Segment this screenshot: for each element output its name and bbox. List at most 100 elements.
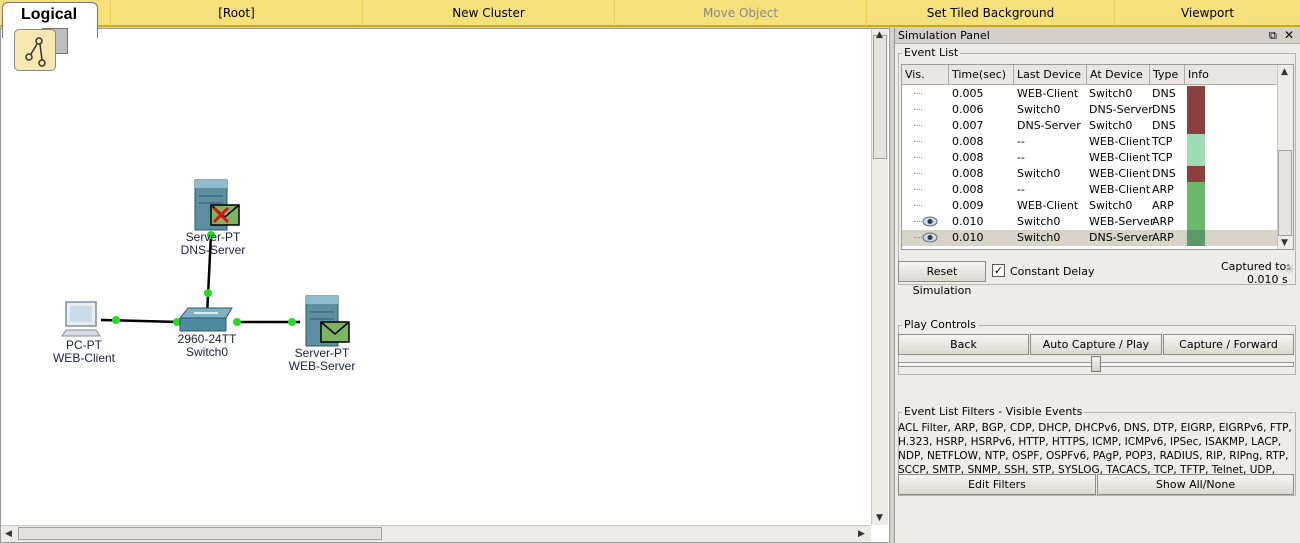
- scroll-up-arrow-icon[interactable]: ▲: [876, 30, 883, 40]
- event-last-device: Switch0: [1017, 167, 1061, 180]
- event-type: ARP: [1152, 199, 1174, 212]
- logical-view-icon[interactable]: [14, 29, 56, 71]
- switch0-label[interactable]: 2960-24TT Switch0: [157, 333, 257, 359]
- tree-connector: [914, 237, 922, 238]
- scroll-down-arrow-icon[interactable]: ▼: [1281, 238, 1288, 248]
- eye-icon[interactable]: [922, 232, 938, 243]
- event-at-device: Switch0: [1089, 87, 1133, 100]
- tree-connector: [914, 173, 922, 174]
- event-at-device: WEB-Client: [1089, 183, 1151, 196]
- logical-tab-label: Logical: [21, 6, 78, 23]
- event-last-device: --: [1017, 135, 1025, 148]
- event-info-color[interactable]: [1187, 166, 1205, 182]
- col-header-info[interactable]: Info: [1185, 65, 1280, 85]
- tree-connector: [914, 157, 922, 158]
- event-info-color[interactable]: [1187, 182, 1205, 198]
- event-row[interactable]: 0.008 -- WEB-Client TCP: [902, 150, 1280, 166]
- event-last-device: --: [1017, 151, 1025, 164]
- event-time: 0.008: [952, 167, 984, 180]
- event-row[interactable]: 0.008 -- WEB-Client TCP: [902, 134, 1280, 150]
- tree-connector: [914, 141, 922, 142]
- event-info-color[interactable]: [1187, 230, 1205, 246]
- event-row[interactable]: 0.010 Switch0 WEB-Server ARP: [902, 214, 1280, 230]
- event-info-color[interactable]: [1187, 134, 1205, 150]
- event-row[interactable]: 0.008 -- WEB-Client ARP: [902, 182, 1280, 198]
- event-row[interactable]: 0.006 Switch0 DNS-Server DNS: [902, 102, 1280, 118]
- event-info-color[interactable]: [1187, 198, 1205, 214]
- show-all-none-button[interactable]: Show All/None: [1097, 474, 1294, 495]
- event-info-color[interactable]: [1187, 102, 1205, 118]
- event-at-device: WEB-Client: [1089, 167, 1151, 180]
- event-type: TCP: [1152, 151, 1173, 164]
- web-client-label[interactable]: PC-PT WEB-Client: [34, 339, 134, 365]
- tree-connector: [914, 109, 922, 110]
- event-type: DNS: [1152, 103, 1176, 116]
- col-header-last-device[interactable]: Last Device: [1014, 65, 1087, 85]
- switch-icon: [178, 307, 233, 332]
- scroll-up-arrow-icon[interactable]: ▲: [1281, 67, 1288, 77]
- viewport-button[interactable]: Viewport: [1114, 0, 1300, 26]
- event-info-color[interactable]: [1187, 214, 1205, 230]
- col-header-vis[interactable]: Vis.: [902, 65, 949, 85]
- pc-icon: [61, 301, 101, 337]
- device-name: WEB-Server: [288, 359, 356, 373]
- event-time: 0.008: [952, 183, 984, 196]
- port-light: [204, 289, 212, 297]
- event-at-device: Switch0: [1089, 199, 1133, 212]
- close-icon[interactable]: ✕: [1284, 28, 1294, 42]
- constant-delay-checkbox[interactable]: ✓: [992, 264, 1005, 277]
- set-tiled-background-button[interactable]: Set Tiled Background: [866, 0, 1114, 26]
- event-row[interactable]: 0.005 WEB-Client Switch0 DNS: [902, 86, 1280, 102]
- event-type: ARP: [1152, 183, 1174, 196]
- device-name: Switch0: [185, 345, 229, 359]
- back-button[interactable]: Back: [898, 334, 1029, 355]
- resize-grip-icon[interactable]: ✳: [1284, 262, 1295, 277]
- event-info-color[interactable]: [1187, 118, 1205, 134]
- eye-icon[interactable]: [922, 216, 938, 227]
- restore-icon[interactable]: ⧉: [1269, 29, 1277, 43]
- event-type: TCP: [1152, 135, 1173, 148]
- col-header-at-device[interactable]: At Device: [1087, 65, 1150, 85]
- event-info-color[interactable]: [1187, 86, 1205, 102]
- event-last-device: DNS-Server: [1017, 119, 1081, 132]
- dns-server-label[interactable]: Server-PT DNS-Server: [163, 231, 263, 257]
- port-light: [233, 318, 241, 326]
- reset-simulation-button[interactable]: Reset Simulation: [898, 261, 986, 297]
- event-at-device: WEB-Server: [1089, 215, 1155, 228]
- play-controls-label: Play Controls: [902, 318, 978, 331]
- event-time: 0.007: [952, 119, 984, 132]
- scroll-down-arrow-icon[interactable]: ▼: [876, 513, 883, 523]
- event-list-scroll-thumb[interactable]: [1278, 150, 1292, 236]
- event-type: ARP: [1152, 231, 1174, 244]
- event-at-device: DNS-Server: [1089, 103, 1153, 116]
- device-name: DNS-Server: [180, 243, 246, 257]
- auto-capture-play-button[interactable]: Auto Capture / Play: [1030, 334, 1162, 355]
- device-name: WEB-Client: [52, 351, 115, 365]
- event-info-color[interactable]: [1187, 150, 1205, 166]
- scroll-right-arrow-icon[interactable]: ▶: [858, 529, 865, 539]
- workspace-horizontal-scroll-thumb[interactable]: [18, 527, 382, 540]
- event-row[interactable]: 0.010 Switch0 DNS-Server ARP: [902, 230, 1280, 246]
- event-last-device: Switch0: [1017, 103, 1061, 116]
- play-speed-slider-thumb[interactable]: [1091, 356, 1101, 372]
- web-server-label[interactable]: Server-PT WEB-Server: [272, 347, 372, 373]
- event-row[interactable]: 0.007 DNS-Server Switch0 DNS: [902, 118, 1280, 134]
- col-header-type[interactable]: Type: [1150, 65, 1185, 85]
- event-list-label: Event List: [902, 46, 961, 59]
- edit-filters-button[interactable]: Edit Filters: [898, 474, 1096, 495]
- event-time: 0.008: [952, 135, 984, 148]
- pdu-envelope-icon: [320, 321, 350, 343]
- event-at-device: WEB-Client: [1089, 151, 1151, 164]
- event-row[interactable]: 0.008 Switch0 WEB-Client DNS: [902, 166, 1280, 182]
- event-time: 0.009: [952, 199, 984, 212]
- col-header-time[interactable]: Time(sec): [949, 65, 1014, 85]
- event-type: DNS: [1152, 119, 1176, 132]
- event-last-device: WEB-Client: [1017, 87, 1079, 100]
- capture-forward-button[interactable]: Capture / Forward: [1163, 334, 1294, 355]
- event-list-table[interactable]: Vis. Time(sec) Last Device At Device Typ…: [901, 64, 1294, 250]
- event-row[interactable]: 0.009 WEB-Client Switch0 ARP: [902, 198, 1280, 214]
- event-type: DNS: [1152, 167, 1176, 180]
- scroll-left-arrow-icon[interactable]: ◀: [5, 529, 12, 539]
- workspace-vertical-scroll-thumb[interactable]: [873, 35, 887, 159]
- constant-delay-label: Constant Delay: [1010, 265, 1095, 278]
